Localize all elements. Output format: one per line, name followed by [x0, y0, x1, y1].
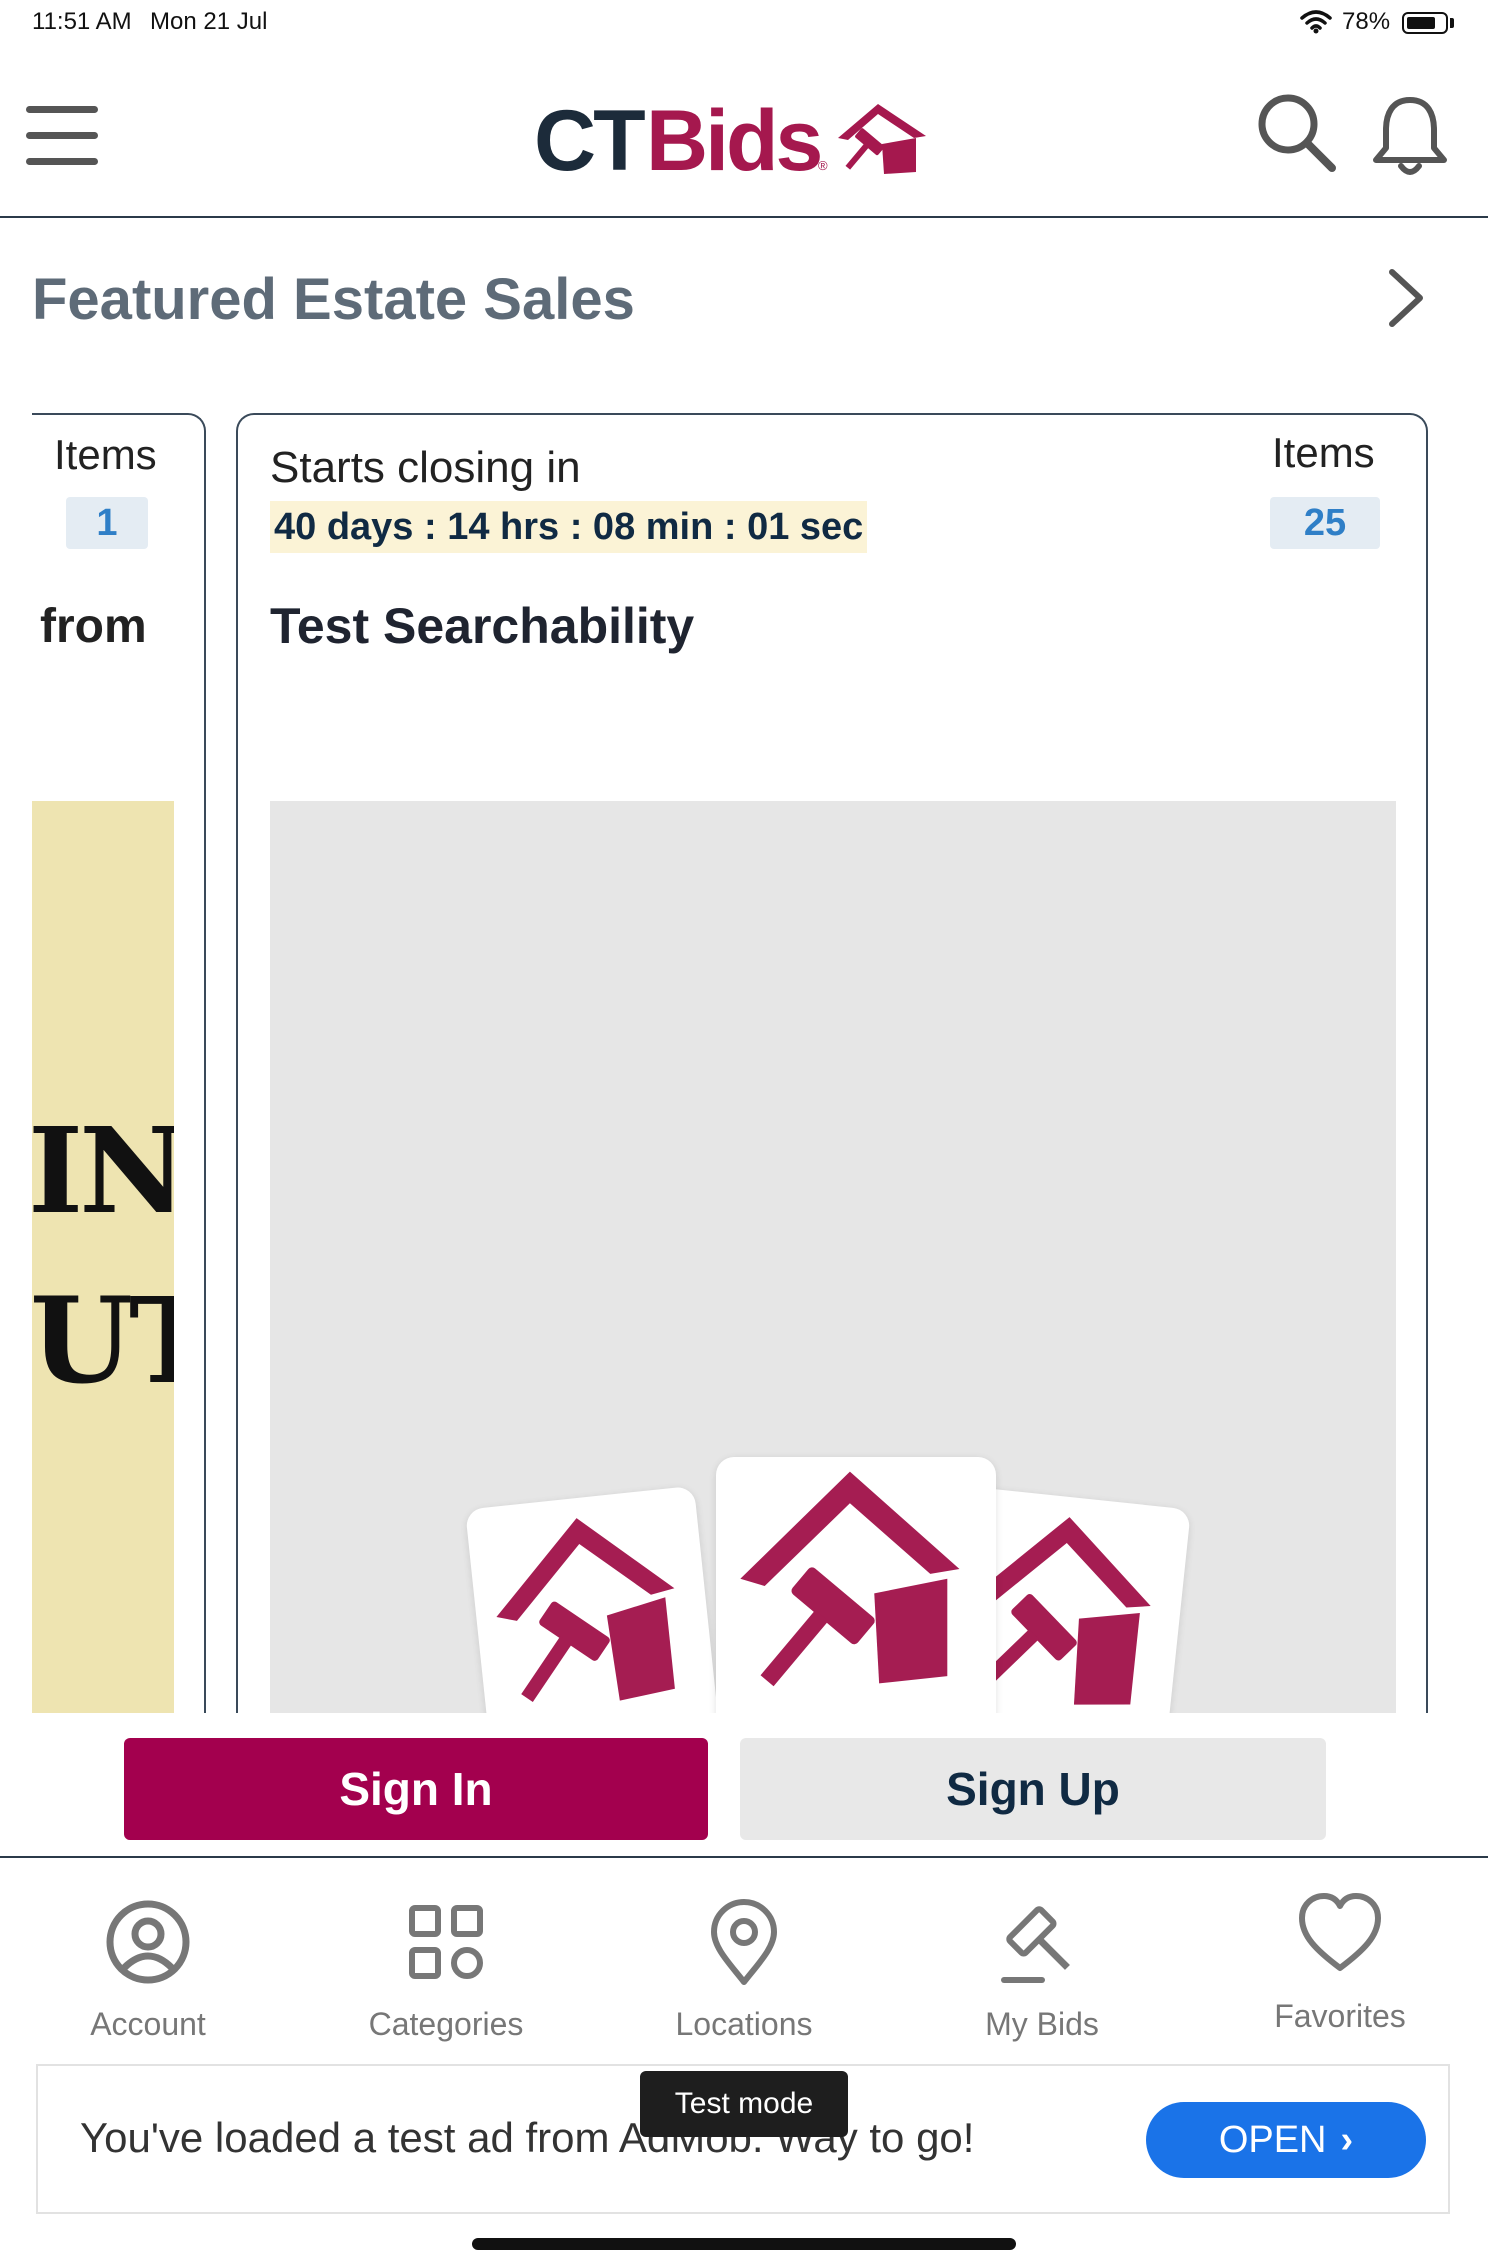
gavel-icon: [1001, 1906, 1070, 1983]
items-count-badge: 25: [1270, 497, 1380, 549]
house-gavel-tile-center: [716, 1457, 996, 1713]
tab-label: Categories: [368, 2006, 524, 2042]
location-pin-icon: [711, 1899, 777, 1985]
tab-label: My Bids: [985, 2006, 1099, 2042]
battery-tip: [1450, 18, 1454, 28]
tab-my-bids[interactable]: My Bids: [894, 1858, 1190, 2058]
tab-locations[interactable]: Locations: [596, 1858, 892, 2058]
bell-icon[interactable]: [1370, 94, 1450, 178]
tab-categories[interactable]: Categories: [298, 1858, 594, 2058]
sale-card-partial[interactable]: Items 1 from IN UT: [32, 413, 206, 1713]
ad-open-button[interactable]: OPEN ›: [1146, 2102, 1426, 2178]
items-label: Items: [1272, 429, 1375, 476]
home-indicator: [472, 2238, 1016, 2250]
placeholder-logo-tiles: [465, 1457, 1218, 1713]
bottom-tab-bar: Account Categories Locations My Bids Fav…: [0, 1856, 1488, 2066]
heart-icon: [1299, 1893, 1381, 1971]
ctbids-logo: CT Bids ®: [534, 92, 934, 189]
sale-thumbnail: IN UT: [32, 801, 174, 1713]
status-time: 11:51 AM: [32, 8, 132, 35]
logo-registered-mark: ®: [818, 158, 828, 173]
house-gavel-icon: [740, 1471, 960, 1687]
house-gavel-tile-left: [465, 1485, 721, 1713]
logo-ct-text: CT: [534, 93, 646, 189]
sale-image-placeholder: [270, 801, 1396, 1713]
status-date: Mon 21 Jul: [150, 8, 268, 35]
chevron-right-icon: ›: [1340, 2119, 1354, 2161]
logo-bids-text: Bids: [646, 93, 823, 189]
battery-icon: [1402, 12, 1448, 34]
test-mode-badge: Test mode: [640, 2071, 848, 2137]
logo-house-gavel-icon: [838, 104, 926, 174]
sale-card[interactable]: Starts closing in 40 days : 14 hrs : 08 …: [236, 413, 1428, 1713]
tab-label: Locations: [675, 2006, 813, 2042]
categories-icon: [409, 1905, 483, 1979]
ad-open-label: OPEN: [1218, 2119, 1327, 2161]
items-count-badge: 1: [66, 497, 148, 549]
app-header: CT Bids ®: [0, 60, 1488, 218]
tab-account[interactable]: Account: [0, 1858, 296, 2058]
card-subtitle: from: [40, 600, 147, 653]
tab-label: Favorites: [1274, 1998, 1406, 2034]
chevron-right-icon[interactable]: [1378, 266, 1430, 330]
sign-in-button[interactable]: Sign In: [124, 1738, 708, 1840]
closing-label: Starts closing in: [270, 443, 581, 492]
thumbnail-text-line2: UT: [32, 1271, 174, 1410]
countdown-timer: 40 days : 14 hrs : 08 min : 01 sec: [270, 501, 868, 553]
search-icon[interactable]: [1254, 90, 1338, 174]
section-title: Featured Estate Sales: [32, 267, 635, 332]
tab-label: Account: [90, 2006, 206, 2042]
house-gavel-icon: [496, 1518, 675, 1702]
hamburger-menu-icon[interactable]: [26, 106, 98, 166]
status-bar: 11:51 AM Mon 21 Jul 78%: [0, 0, 1488, 50]
tab-favorites[interactable]: Favorites: [1192, 1858, 1488, 2058]
items-label: Items: [54, 431, 157, 478]
thumbnail-text-line1: IN: [32, 1101, 174, 1240]
sign-up-button[interactable]: Sign Up: [740, 1738, 1326, 1840]
battery-percent: 78%: [1342, 8, 1391, 35]
sale-title: Test Searchability: [270, 598, 695, 654]
wifi-icon: [1300, 10, 1332, 34]
account-icon: [106, 1900, 190, 1984]
